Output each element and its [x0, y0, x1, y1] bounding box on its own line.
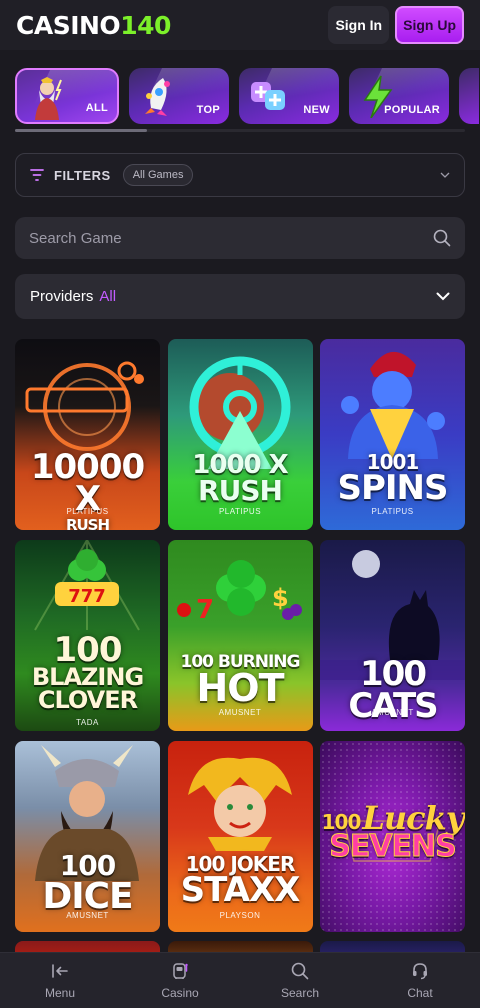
category-scrollbar[interactable] — [15, 129, 465, 132]
category-scrollbar-thumb[interactable] — [15, 129, 147, 132]
nav-menu[interactable]: Menu — [0, 953, 120, 1008]
category-new-label: NEW — [303, 104, 330, 116]
game-title: 100 Lucky SEVENS — [321, 799, 465, 865]
game-title: 100 DICE — [42, 849, 133, 917]
game-tile[interactable]: 100 CATS AMUSNET — [320, 540, 465, 731]
game-provider: PLAYSON — [219, 911, 261, 920]
top-header: CASINO 140 Sign In Sign Up — [0, 0, 480, 50]
sign-in-button[interactable]: Sign In — [328, 6, 390, 44]
game-grid: 10000 X RUSH PLATIPUS 1000 X RUSH PLATIP… — [15, 339, 465, 932]
game-provider: PLATIPUS — [66, 507, 109, 516]
game-title: 100 BURNING HOT — [180, 652, 301, 711]
logo-text-green: 140 — [120, 10, 171, 40]
game-title: 1001 SPINS — [337, 450, 449, 508]
category-top-label: TOP — [196, 104, 220, 116]
nav-casino[interactable]: Casino — [120, 953, 240, 1008]
game-tile[interactable]: 1000 X RUSH PLATIPUS — [167, 339, 313, 530]
game-tile[interactable]: 10000 X RUSH PLATIPUS — [15, 339, 160, 530]
sign-up-button[interactable]: Sign Up — [395, 6, 464, 44]
category-next-partial[interactable] — [459, 68, 479, 124]
nav-search[interactable]: Search — [240, 953, 360, 1008]
game-tile[interactable]: 100 DICE AMUSNET — [15, 741, 160, 932]
headset-icon — [413, 962, 427, 979]
nav-chat-label: Chat — [407, 985, 433, 1000]
nav-casino-label: Casino — [161, 985, 199, 1000]
game-tile[interactable]: 7 $ 100 BURNING HOT AMUSNET — [167, 540, 313, 731]
category-carousel: ALL TOP NEW POPULAR — [15, 68, 480, 128]
chevron-down-icon — [440, 172, 450, 178]
filter-icon — [30, 169, 44, 181]
providers-dropdown[interactable]: Providers All — [15, 274, 465, 319]
category-top[interactable]: TOP — [129, 68, 229, 124]
menu-arrow-icon — [52, 963, 68, 978]
game-provider: PLATIPUS — [218, 507, 262, 516]
rocket-icon — [145, 78, 170, 116]
game-title: 100 JOKER STAXX — [180, 852, 301, 910]
category-popular-label: POPULAR — [384, 104, 440, 116]
game-provider: PLATIPUS — [371, 507, 414, 516]
category-new[interactable]: NEW — [239, 68, 339, 124]
game-provider: TADA — [76, 718, 99, 727]
auth-buttons: Sign In Sign Up — [328, 6, 464, 44]
search-icon[interactable] — [433, 229, 451, 247]
slot-machine-icon — [173, 962, 188, 979]
search-icon — [291, 962, 309, 979]
game-tile[interactable]: 100 JOKER STAXX PLAYSON — [167, 741, 313, 932]
game-title: 10000 X RUSH — [30, 447, 145, 530]
svg-text:$: $ — [272, 584, 289, 612]
search-bar — [15, 217, 465, 259]
game-tile[interactable]: 100 Lucky SEVENS — [320, 741, 465, 932]
game-provider: AMUSNET — [66, 911, 109, 920]
logo-text-white: CASINO — [16, 10, 121, 40]
filters-badge: All Games — [122, 164, 194, 186]
nav-menu-label: Menu — [44, 985, 76, 1000]
category-all-label: ALL — [85, 102, 108, 114]
category-all[interactable]: ALL — [15, 68, 119, 124]
nav-search-label: Search — [280, 985, 320, 1000]
game-provider: AMUSNET — [371, 708, 414, 717]
zeus-icon — [35, 77, 62, 120]
casino-logo[interactable]: CASINO 140 — [16, 11, 171, 40]
game-title: 1000 X RUSH — [192, 450, 288, 507]
svg-text:777: 777 — [68, 586, 106, 607]
filters-label: FILTERS — [54, 167, 111, 183]
filters-dropdown[interactable]: FILTERS All Games — [15, 153, 465, 197]
nav-chat[interactable]: Chat — [360, 953, 480, 1008]
category-popular[interactable]: POPULAR — [349, 68, 449, 124]
game-tile[interactable]: 777 100 BLAZING CLOVER TADA — [15, 540, 160, 731]
chevron-down-icon — [436, 292, 450, 301]
bottom-navigation: Menu Casino Search Chat — [0, 952, 480, 1008]
search-game-input[interactable] — [29, 229, 433, 247]
svg-text:7: 7 — [196, 595, 214, 625]
providers-label: Providers — [30, 288, 94, 305]
plus-badge-icon — [251, 82, 285, 110]
game-provider: AMUSNET — [218, 708, 262, 717]
game-title: 100 BLAZING CLOVER — [31, 630, 144, 715]
game-tile[interactable]: 1001 SPINS PLATIPUS — [320, 339, 465, 530]
providers-value: All — [99, 288, 117, 305]
